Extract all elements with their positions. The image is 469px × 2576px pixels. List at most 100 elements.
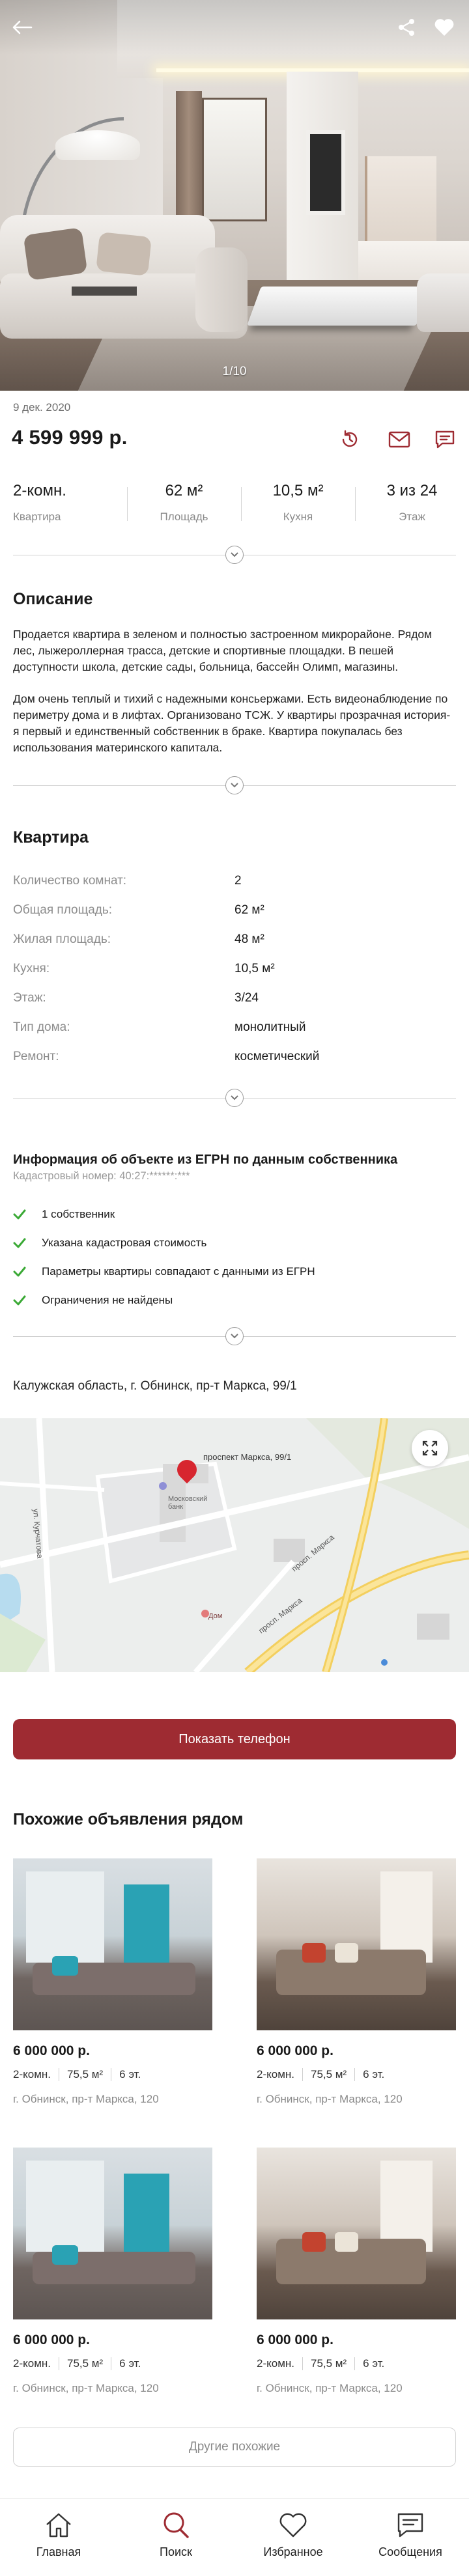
tab-home[interactable]: Главная xyxy=(0,2499,117,2576)
check-icon xyxy=(13,1295,26,1306)
spec-key: Тип дома: xyxy=(13,1020,70,1034)
chat-icon xyxy=(397,2513,423,2538)
spec-key: Кухня: xyxy=(13,962,50,975)
listing-rooms: 2-комн. xyxy=(257,2068,294,2080)
description-text: Продается квартира в зеленом и полностью… xyxy=(13,626,456,756)
photo-counter: 1/10 xyxy=(222,365,247,378)
fact-area: 62 м² Площадь xyxy=(127,482,241,527)
expand-specs-button[interactable] xyxy=(225,1089,244,1107)
section-title-apartment: Квартира xyxy=(13,828,89,847)
listing-floor: 6 эт. xyxy=(354,2357,392,2370)
spec-value: 10,5 м² xyxy=(234,962,275,975)
map-pin-label: проспект Маркса, 99/1 xyxy=(203,1452,292,1462)
listing-price: 6 000 000 р. xyxy=(257,2332,334,2347)
message-button[interactable] xyxy=(433,427,457,452)
share-button[interactable] xyxy=(391,12,422,43)
spec-row: Кухня: 10,5 м² xyxy=(13,962,456,981)
similar-listing-card[interactable]: 6 000 000 р. 2-комн. 75,5 м² 6 эт. г. Обни… xyxy=(13,2148,212,2395)
listing-rooms: 2-комн. xyxy=(13,2068,51,2080)
price-history-button[interactable] xyxy=(337,427,362,452)
expand-description-button[interactable] xyxy=(225,776,244,794)
spec-row: Общая площадь: 62 м² xyxy=(13,903,456,923)
fact-label: Площадь xyxy=(160,511,208,523)
listing-address: г. Обнинск, пр-т Маркса, 120 xyxy=(13,2093,159,2105)
chevron-down-icon xyxy=(231,1095,238,1100)
spec-row: Ремонт: косметический xyxy=(13,1050,456,1069)
spec-key: Ремонт: xyxy=(13,1050,59,1063)
fact-floor: 3 из 24 Этаж xyxy=(355,482,469,527)
tab-label: Избранное xyxy=(263,2545,323,2558)
similar-listing-card[interactable]: 6 000 000 р. 2-комн. 75,5 м² 6 эт. г. Обни… xyxy=(13,1858,212,2106)
tab-search[interactable]: Поиск xyxy=(117,2499,234,2576)
spec-value: монолитный xyxy=(234,1020,306,1034)
expand-icon xyxy=(422,1440,438,1456)
listing-rooms: 2-комн. xyxy=(257,2357,294,2370)
email-button[interactable] xyxy=(387,427,412,452)
bottom-tab-bar: Главная Поиск Избранное Сообщения xyxy=(0,2498,469,2576)
listing-price: 6 000 000 р. xyxy=(13,2043,90,2058)
description-paragraph: Дом очень теплый и тихий с надежными кон… xyxy=(13,692,451,754)
share-icon xyxy=(399,19,414,36)
location-map[interactable]: проспект Маркса, 99/1 Московский банк До… xyxy=(0,1418,469,1672)
listing-floor: 6 эт. xyxy=(354,2068,392,2081)
similar-listings-title: Похожие объявления рядом xyxy=(13,1810,244,1828)
section-title-description: Описание xyxy=(13,590,93,608)
description-paragraph: Продается квартира в зеленом и полностью… xyxy=(13,628,433,673)
spec-row: Этаж: 3/24 xyxy=(13,991,456,1011)
similar-listing-card[interactable]: 6 000 000 р. 2-комн. 75,5 м² 6 эт. г. Обни… xyxy=(257,1858,456,2106)
map-fullscreen-button[interactable] xyxy=(412,1430,448,1466)
fact-label: Квартира xyxy=(13,511,61,523)
heart-icon xyxy=(434,19,454,36)
fact-rooms: 2-комн. Квартира xyxy=(0,482,127,527)
listing-photo xyxy=(257,1858,456,2030)
fact-value: 10,5 м² xyxy=(272,482,324,499)
listing-date: 9 дек. 2020 xyxy=(13,401,71,413)
fact-value: 2-комн. xyxy=(13,482,66,499)
listing-area: 75,5 м² xyxy=(59,2068,111,2081)
tab-favorites[interactable]: Избранное xyxy=(234,2499,352,2576)
listing-address: г. Обнинск, пр-т Маркса, 120 xyxy=(257,2382,403,2394)
listing-meta: 2-комн. 75,5 м² 6 эт. xyxy=(257,2357,456,2370)
spec-row: Тип дома: монолитный xyxy=(13,1020,456,1040)
history-icon xyxy=(342,430,358,447)
listing-meta: 2-комн. 75,5 м² 6 эт. xyxy=(13,2357,212,2370)
spec-value: 62 м² xyxy=(234,903,264,917)
spec-value: 3/24 xyxy=(234,991,259,1005)
listing-photo-gallery[interactable] xyxy=(0,0,469,391)
fact-kitchen: 10,5 м² Кухня xyxy=(241,482,355,527)
chevron-down-icon xyxy=(231,552,238,557)
mail-icon xyxy=(388,431,410,448)
expand-egrn-button[interactable] xyxy=(225,1327,244,1345)
egrn-check-text: Параметры квартиры совпадают с данными и… xyxy=(42,1265,315,1278)
listing-floor: 6 эт. xyxy=(111,2068,149,2081)
listing-meta: 2-комн. 75,5 м² 6 эт. xyxy=(13,2068,212,2081)
listing-floor: 6 эт. xyxy=(111,2357,149,2370)
listing-address: г. Обнинск, пр-т Маркса, 120 xyxy=(257,2093,403,2105)
fact-label: Этаж xyxy=(399,511,425,523)
spec-value: косметический xyxy=(234,1050,320,1063)
check-icon xyxy=(13,1267,26,1277)
tab-messages[interactable]: Сообщения xyxy=(352,2499,469,2576)
spec-key: Общая площадь: xyxy=(13,903,113,917)
favorite-button[interactable] xyxy=(429,12,460,43)
back-button[interactable] xyxy=(7,12,38,43)
similar-listing-card[interactable]: 6 000 000 р. 2-комн. 75,5 м² 6 эт. г. Обни… xyxy=(257,2148,456,2395)
listing-area: 75,5 м² xyxy=(302,2357,354,2370)
cadastral-number: Кадастровый номер: 40:27:******:*** xyxy=(13,1170,190,1182)
show-phone-button[interactable]: Показать телефон xyxy=(13,1719,456,1759)
check-icon xyxy=(13,1209,26,1220)
spec-key: Жилая площадь: xyxy=(13,932,111,946)
egrn-check-item: Указана кадастровая стоимость xyxy=(13,1235,206,1252)
listing-rooms: 2-комн. xyxy=(13,2357,51,2370)
key-facts: 2-комн. Квартира 62 м² Площадь 10,5 м² К… xyxy=(0,482,469,527)
listing-address: Калужская область, г. Обнинск, пр-т Марк… xyxy=(13,1379,297,1393)
listing-meta: 2-комн. 75,5 м² 6 эт. xyxy=(257,2068,456,2081)
listing-address: г. Обнинск, пр-т Маркса, 120 xyxy=(13,2382,159,2394)
chevron-down-icon xyxy=(231,1334,238,1339)
more-similar-button[interactable]: Другие похожие xyxy=(13,2428,456,2467)
egrn-check-item: Ограничения не найдены xyxy=(13,1292,173,1309)
spec-value: 48 м² xyxy=(234,932,264,946)
chevron-down-icon xyxy=(231,783,238,788)
expand-button[interactable] xyxy=(225,546,244,564)
tab-label: Главная xyxy=(36,2545,81,2558)
